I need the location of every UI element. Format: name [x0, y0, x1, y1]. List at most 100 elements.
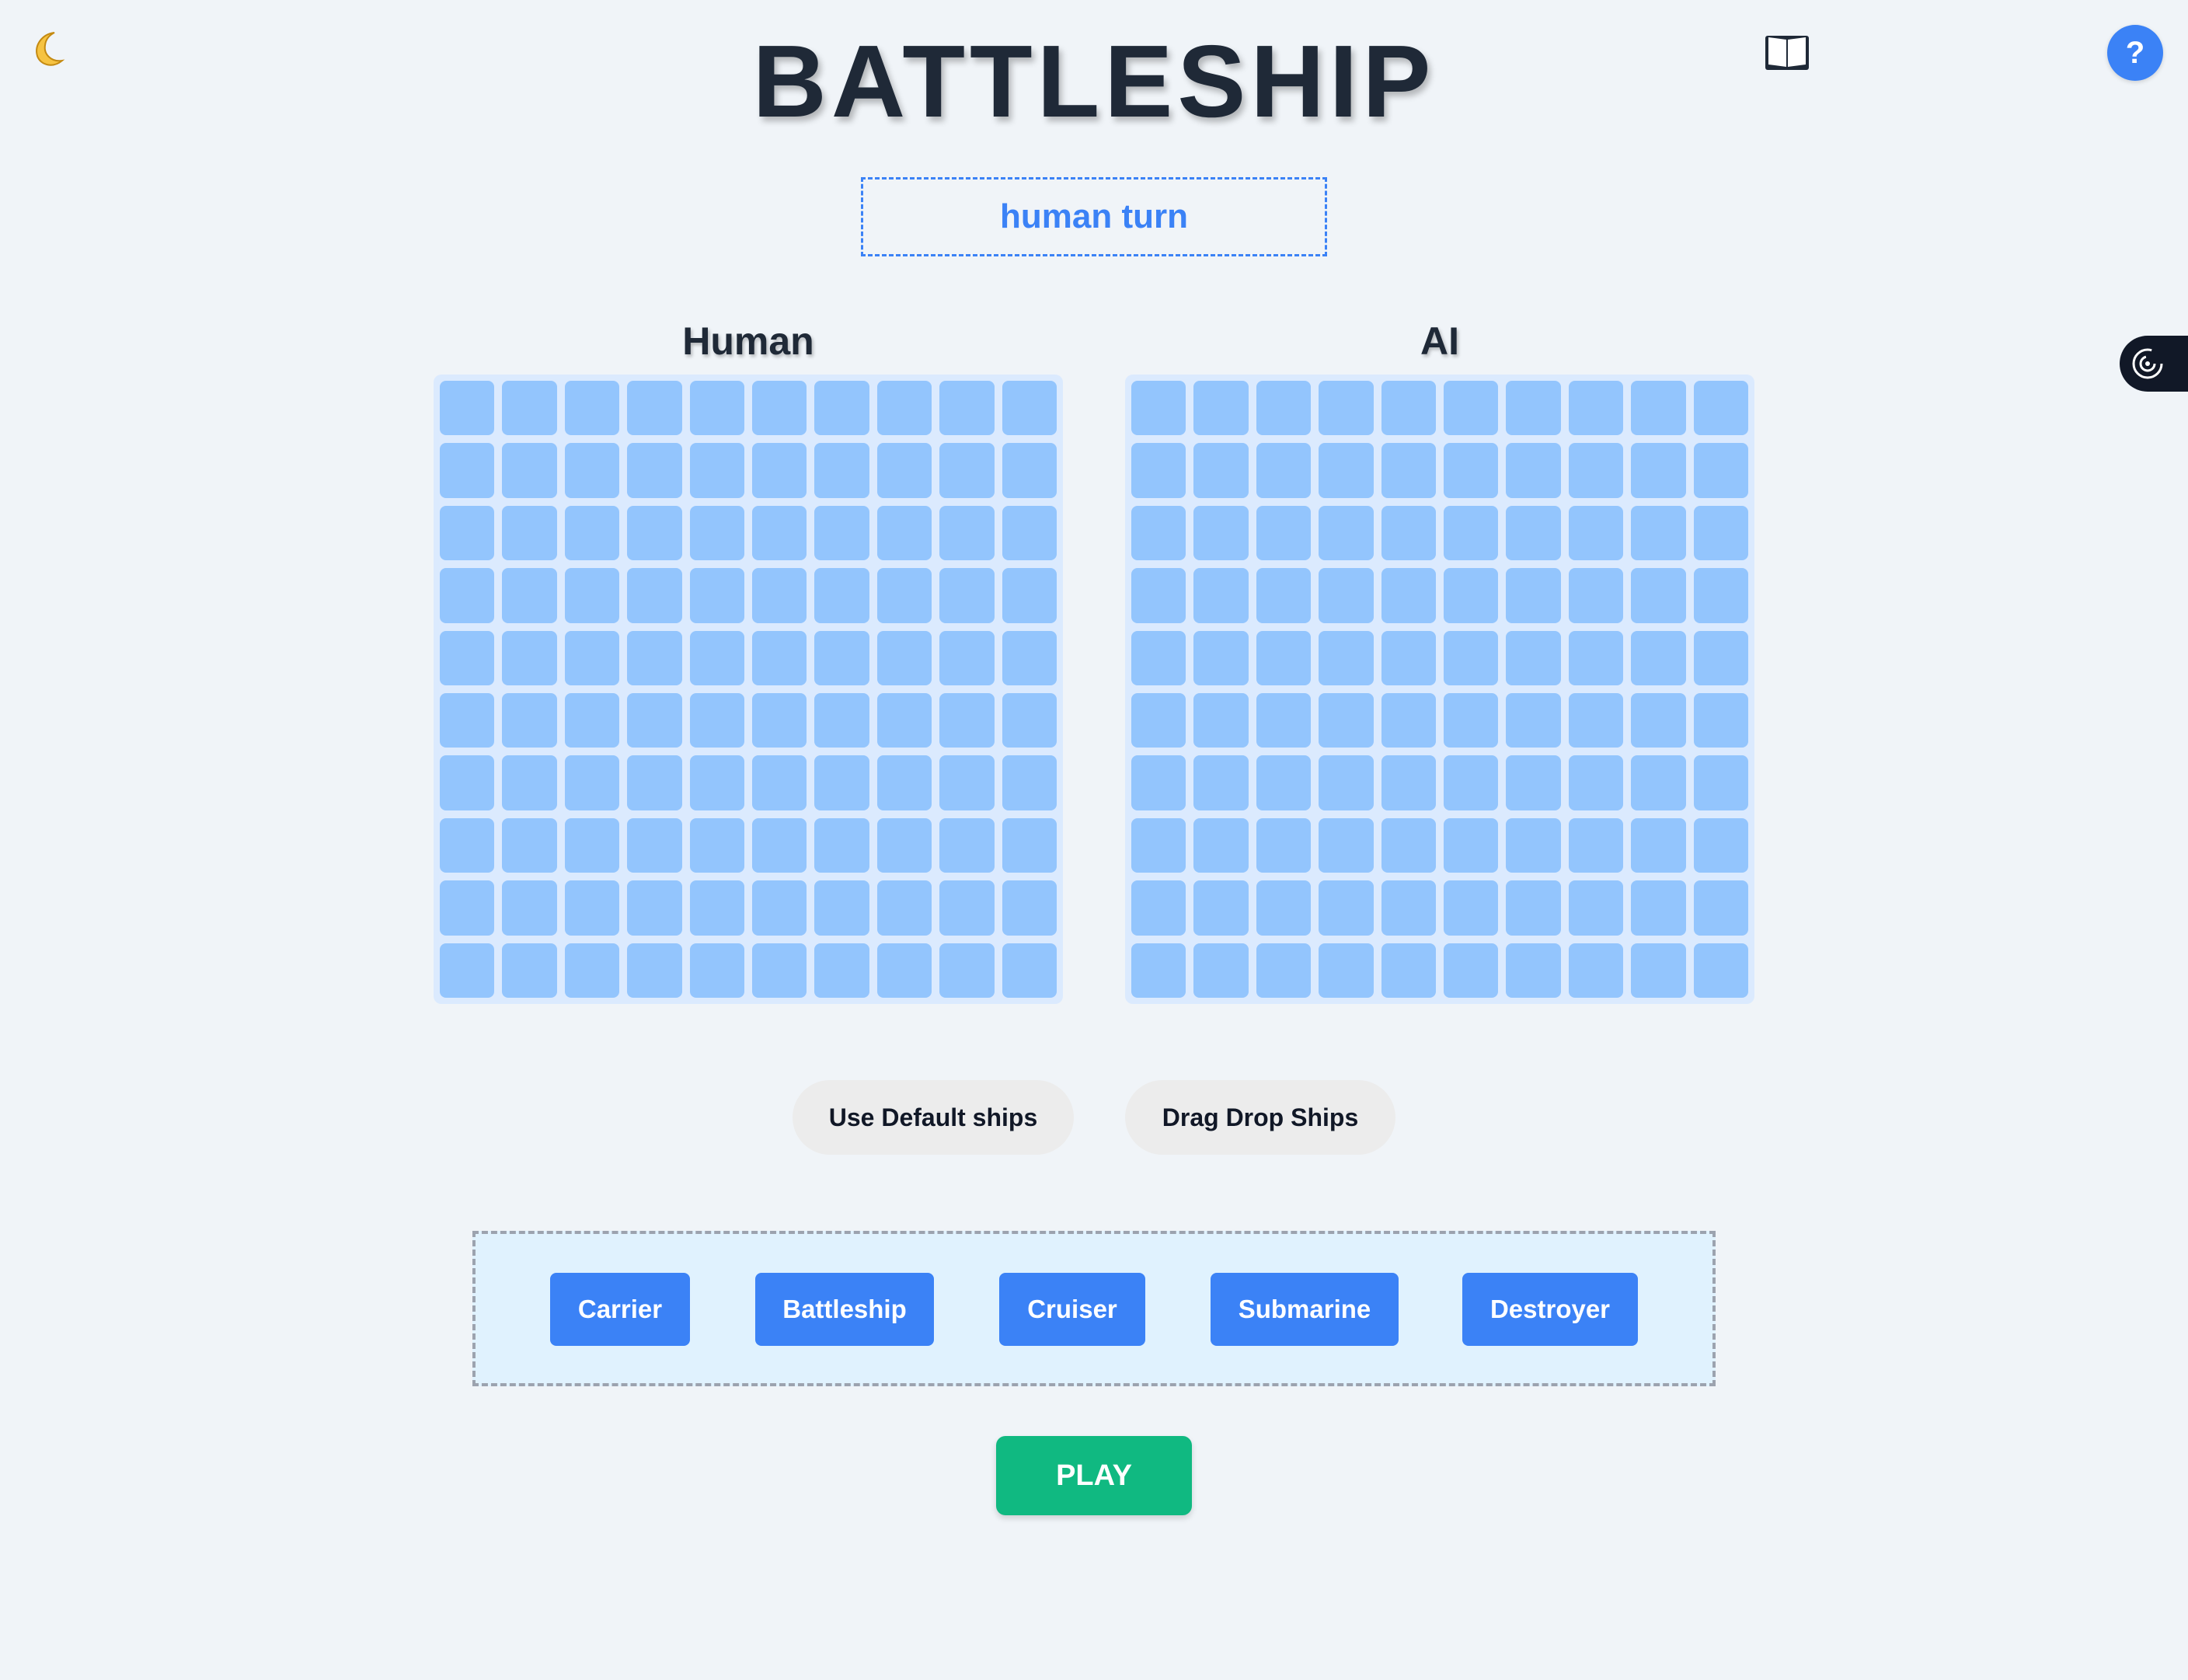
ai-board-cell[interactable] [1444, 630, 1499, 685]
ai-board-cell[interactable] [1568, 693, 1624, 748]
ai-board-cell[interactable] [1381, 630, 1436, 685]
ai-board-cell[interactable] [1193, 381, 1249, 436]
human-board-cell[interactable] [814, 381, 869, 436]
human-board-cell[interactable] [502, 817, 557, 873]
ai-board-cell[interactable] [1381, 381, 1436, 436]
ai-board-cell[interactable] [1381, 817, 1436, 873]
ai-board-cell[interactable] [1131, 817, 1186, 873]
human-board-cell[interactable] [564, 381, 620, 436]
ai-board-cell[interactable] [1631, 630, 1686, 685]
ai-board-cell[interactable] [1193, 568, 1249, 623]
human-board-cell[interactable] [689, 943, 744, 998]
human-board-cell[interactable] [876, 630, 932, 685]
human-board-cell[interactable] [1002, 693, 1057, 748]
ai-board-cell[interactable] [1131, 755, 1186, 810]
human-board-cell[interactable] [814, 630, 869, 685]
ai-board-cell[interactable] [1506, 755, 1561, 810]
human-board-cell[interactable] [502, 630, 557, 685]
human-board-cell[interactable] [564, 630, 620, 685]
ai-board-cell[interactable] [1256, 693, 1312, 748]
ai-board-cell[interactable] [1506, 443, 1561, 498]
human-board-cell[interactable] [939, 505, 995, 561]
human-board-cell[interactable] [1002, 817, 1057, 873]
ai-board-cell[interactable] [1319, 568, 1374, 623]
ai-board-cell[interactable] [1256, 880, 1312, 936]
human-board-cell[interactable] [876, 381, 932, 436]
ai-board-cell[interactable] [1568, 381, 1624, 436]
human-board-cell[interactable] [752, 880, 807, 936]
ship-submarine[interactable]: Submarine [1211, 1273, 1399, 1346]
ai-board-cell[interactable] [1444, 505, 1499, 561]
human-board-cell[interactable] [689, 693, 744, 748]
ai-board-cell[interactable] [1631, 755, 1686, 810]
human-board-cell[interactable] [564, 880, 620, 936]
ai-board-cell[interactable] [1131, 880, 1186, 936]
ai-board-cell[interactable] [1506, 381, 1561, 436]
ai-board-cell[interactable] [1256, 505, 1312, 561]
ship-battleship[interactable]: Battleship [755, 1273, 934, 1346]
ai-board-cell[interactable] [1568, 817, 1624, 873]
human-board-cell[interactable] [689, 381, 744, 436]
human-board-cell[interactable] [876, 817, 932, 873]
human-board-cell[interactable] [440, 817, 495, 873]
human-board-cell[interactable] [814, 505, 869, 561]
ai-board-cell[interactable] [1131, 443, 1186, 498]
human-board-cell[interactable] [1002, 568, 1057, 623]
human-board-cell[interactable] [814, 817, 869, 873]
ai-board-cell[interactable] [1693, 693, 1748, 748]
human-board-cell[interactable] [876, 568, 932, 623]
ai-board-cell[interactable] [1256, 755, 1312, 810]
human-board-cell[interactable] [876, 443, 932, 498]
ai-board-cell[interactable] [1693, 568, 1748, 623]
ai-board-cell[interactable] [1131, 568, 1186, 623]
ai-board-cell[interactable] [1568, 755, 1624, 810]
human-board-cell[interactable] [939, 381, 995, 436]
human-board-cell[interactable] [440, 505, 495, 561]
human-board-cell[interactable] [814, 880, 869, 936]
ai-board-cell[interactable] [1693, 817, 1748, 873]
ai-board-cell[interactable] [1193, 755, 1249, 810]
ai-board-cell[interactable] [1319, 381, 1374, 436]
ai-board-cell[interactable] [1381, 443, 1436, 498]
human-board-cell[interactable] [939, 943, 995, 998]
human-board-cell[interactable] [440, 880, 495, 936]
human-board-cell[interactable] [1002, 505, 1057, 561]
ship-cruiser[interactable]: Cruiser [999, 1273, 1145, 1346]
ai-board-cell[interactable] [1568, 443, 1624, 498]
human-board-cell[interactable] [689, 880, 744, 936]
ai-board-cell[interactable] [1506, 630, 1561, 685]
ai-board-cell[interactable] [1131, 943, 1186, 998]
ai-board-cell[interactable] [1131, 693, 1186, 748]
ai-board-cell[interactable] [1193, 880, 1249, 936]
human-board-cell[interactable] [440, 755, 495, 810]
human-board-cell[interactable] [502, 443, 557, 498]
ai-board-cell[interactable] [1506, 505, 1561, 561]
human-board-cell[interactable] [440, 381, 495, 436]
human-board-cell[interactable] [752, 630, 807, 685]
ai-board-cell[interactable] [1631, 693, 1686, 748]
human-board-cell[interactable] [627, 755, 682, 810]
human-board-cell[interactable] [814, 693, 869, 748]
play-button[interactable]: PLAY [996, 1436, 1192, 1515]
human-board-cell[interactable] [627, 880, 682, 936]
ai-board-cell[interactable] [1568, 943, 1624, 998]
human-board-cell[interactable] [1002, 880, 1057, 936]
human-board-cell[interactable] [502, 568, 557, 623]
side-widget-tab[interactable] [2120, 336, 2188, 392]
ai-board-cell[interactable] [1444, 693, 1499, 748]
ai-board-cell[interactable] [1631, 880, 1686, 936]
human-board-cell[interactable] [689, 630, 744, 685]
ai-board-cell[interactable] [1256, 381, 1312, 436]
ai-board-cell[interactable] [1131, 630, 1186, 685]
human-board-cell[interactable] [1002, 943, 1057, 998]
human-board-cell[interactable] [814, 443, 869, 498]
human-board-cell[interactable] [752, 755, 807, 810]
human-board-cell[interactable] [564, 443, 620, 498]
human-board-cell[interactable] [939, 880, 995, 936]
human-board-cell[interactable] [440, 443, 495, 498]
human-board-cell[interactable] [876, 755, 932, 810]
human-board-cell[interactable] [440, 943, 495, 998]
human-board-cell[interactable] [752, 381, 807, 436]
ship-destroyer[interactable]: Destroyer [1462, 1273, 1638, 1346]
ai-board-cell[interactable] [1193, 693, 1249, 748]
